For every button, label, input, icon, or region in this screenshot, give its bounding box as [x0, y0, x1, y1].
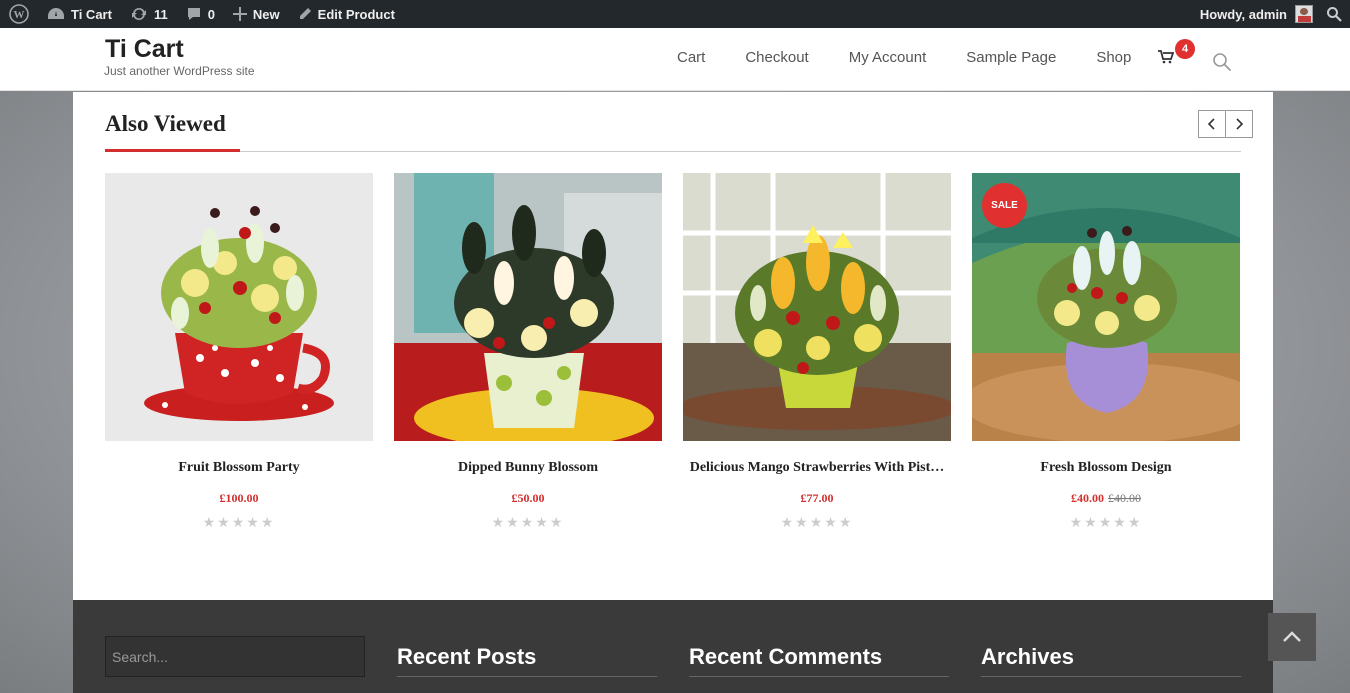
product-price: £50.00 — [394, 491, 662, 506]
edit-product-link[interactable]: Edit Product — [289, 0, 404, 28]
nav-item-checkout[interactable]: Checkout — [745, 49, 808, 66]
avatar — [1295, 5, 1313, 23]
product-price-value: £50.00 — [511, 491, 545, 505]
pencil-icon — [299, 8, 311, 19]
chevron-up-icon — [1283, 631, 1301, 642]
star-rating: ★★★★★ — [780, 514, 854, 530]
product-card: Fruit Blossom Party £100.00 ★★★★★ — [105, 173, 373, 531]
refresh-icon — [131, 7, 146, 21]
cart-count-badge: 4 — [1175, 39, 1195, 59]
product-name[interactable]: Fresh Blossom Design — [972, 460, 1240, 476]
star-rating: ★★★★★ — [202, 514, 276, 530]
howdy-label: Howdy, admin — [1199, 6, 1287, 22]
nav-item-cart[interactable]: Cart — [677, 49, 705, 66]
edit-product-label: Edit Product — [317, 6, 395, 22]
new-label: New — [252, 6, 280, 22]
star-rating: ★★★★★ — [491, 514, 565, 530]
product-price-value: £77.00 — [800, 491, 834, 505]
footer-search-input[interactable]: Search... — [105, 636, 365, 677]
star-rating: ★★★★★ — [1069, 514, 1143, 530]
widget-title: Recent Posts — [397, 644, 537, 669]
dashboard-icon — [48, 8, 64, 19]
product-price-value: £100.00 — [219, 491, 259, 505]
product-carousel: Fruit Blossom Party £100.00 ★★★★★ Dipped… — [105, 173, 1261, 531]
site-header: Ti Cart Just another WordPress site Cart… — [0, 28, 1350, 91]
widget-title: Archives — [981, 644, 1074, 669]
carousel-prev-button[interactable] — [1198, 110, 1226, 138]
section-divider — [105, 151, 1241, 152]
main-nav: Cart Checkout My Account Sample Page Sho… — [677, 49, 1171, 66]
product-price: £100.00 — [105, 491, 373, 506]
my-account-link[interactable]: Howdy, admin — [1191, 0, 1317, 28]
product-old-price: £40.00 — [1108, 491, 1141, 505]
widget-recent-posts: Recent Posts — [397, 644, 657, 677]
plus-icon — [232, 7, 247, 21]
admin-bar: W Ti Cart 11 0 New Edit Product Howdy, a… — [0, 0, 1350, 28]
widget-divider — [981, 676, 1241, 677]
product-card: SALE Fresh Blossom Design £40.00 £40.00 ★… — [972, 173, 1240, 531]
site-footer: Search... Recent Posts Recent Comments A… — [73, 600, 1273, 693]
comment-icon — [187, 8, 200, 20]
product-name[interactable]: Fruit Blossom Party — [105, 460, 373, 476]
section-title: Also Viewed — [105, 111, 226, 136]
product-image[interactable] — [105, 173, 373, 441]
product-card: Dipped Bunny Blossom £50.00 ★★★★★ — [394, 173, 662, 531]
widget-divider — [689, 676, 949, 677]
nav-item-shop[interactable]: Shop — [1096, 49, 1131, 66]
site-description: Just another WordPress site — [104, 64, 255, 78]
product-name[interactable]: Dipped Bunny Blossom — [394, 460, 662, 476]
updates-link[interactable]: 11 — [121, 0, 177, 28]
site-name-link[interactable]: Ti Cart — [38, 0, 121, 28]
header-search-icon[interactable] — [1212, 52, 1232, 77]
main-content: Also Viewed Fruit Blossom Party £100.00 … — [73, 92, 1273, 600]
section-title-accent — [105, 149, 240, 152]
widget-divider — [397, 676, 657, 677]
chevron-right-icon — [1236, 118, 1244, 130]
updates-count: 11 — [153, 6, 168, 22]
product-price: £77.00 — [683, 491, 951, 506]
nav-item-my-account[interactable]: My Account — [849, 49, 927, 66]
nav-item-sample-page[interactable]: Sample Page — [966, 49, 1056, 66]
adminbar-search-icon[interactable] — [1317, 0, 1350, 28]
site-title[interactable]: Ti Cart — [105, 35, 184, 64]
comments-count: 0 — [207, 6, 215, 22]
product-price: £40.00 £40.00 — [972, 491, 1240, 506]
new-content-link[interactable]: New — [224, 0, 289, 28]
product-name[interactable]: Delicious Mango Strawberries With Pist… — [683, 460, 951, 476]
product-image[interactable] — [683, 173, 951, 441]
product-image[interactable] — [394, 173, 662, 441]
widget-archives: Archives — [981, 644, 1241, 677]
cart-icon[interactable] — [1158, 50, 1175, 69]
chevron-left-icon — [1207, 118, 1215, 130]
sale-badge: SALE — [982, 183, 1027, 228]
product-card: Delicious Mango Strawberries With Pist… … — [683, 173, 951, 531]
widget-title: Recent Comments — [689, 644, 883, 669]
site-name-label: Ti Cart — [71, 6, 112, 22]
carousel-next-button[interactable] — [1225, 110, 1253, 138]
widget-recent-comments: Recent Comments — [689, 644, 949, 677]
product-price-value: £40.00 — [1071, 491, 1104, 505]
wordpress-logo-icon[interactable]: W — [0, 0, 38, 28]
svg-text:W: W — [14, 9, 25, 21]
comments-link[interactable]: 0 — [177, 0, 224, 28]
back-to-top-button[interactable] — [1268, 613, 1316, 661]
carousel-controls — [1198, 110, 1253, 138]
product-image[interactable]: SALE — [972, 173, 1240, 441]
